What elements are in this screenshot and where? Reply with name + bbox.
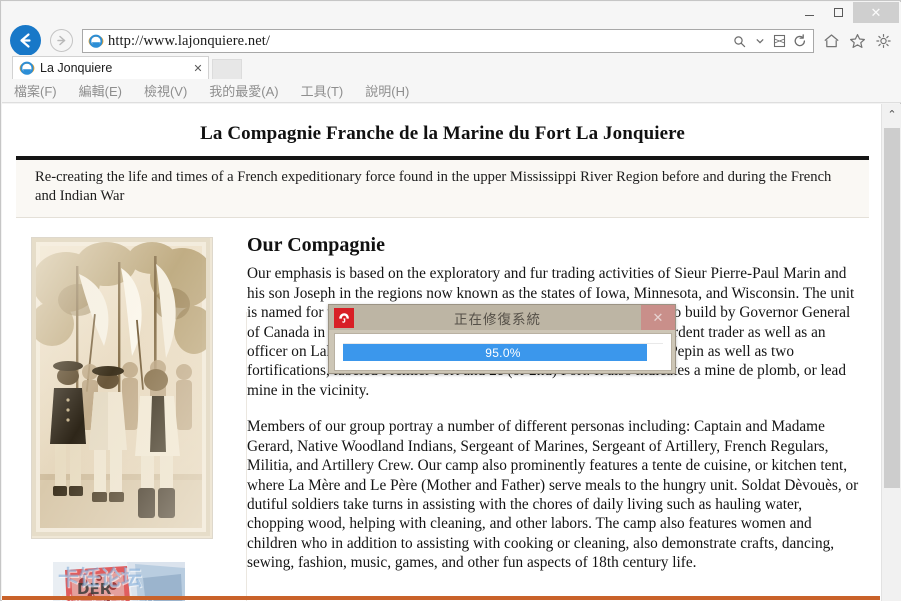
minimize-button[interactable] bbox=[795, 2, 824, 23]
favorites-star-icon[interactable] bbox=[846, 30, 868, 52]
scroll-up-arrow-icon[interactable]: ⌃ bbox=[882, 104, 901, 124]
dialog-close-button[interactable]: ✕ bbox=[641, 305, 675, 330]
menu-item-help[interactable]: 說明(H) bbox=[365, 81, 409, 100]
tab-strip: La Jonquiere ✕ bbox=[2, 55, 901, 79]
page-scrollbar-vertical[interactable]: ⌃ bbox=[881, 104, 901, 601]
site-tagline: Re-creating the life and times of a Fren… bbox=[35, 169, 832, 204]
forward-button[interactable] bbox=[50, 29, 73, 52]
window-titlebar: ✕ bbox=[2, 2, 901, 24]
sidebar-column: DER 卡饪论坛 bbs.kafan.cn 卡饪论坛 bbox=[16, 218, 232, 601]
menu-item-favorites[interactable]: 我的最愛(A) bbox=[209, 81, 278, 100]
address-bar[interactable]: http://www.lajonquiere.net/ bbox=[82, 29, 814, 53]
column-divider bbox=[246, 312, 247, 601]
reenactors-photo bbox=[31, 237, 213, 540]
home-icon[interactable] bbox=[820, 30, 842, 52]
menu-item-tools[interactable]: 工具(T) bbox=[301, 81, 344, 100]
settings-gear-icon[interactable] bbox=[872, 30, 894, 52]
tagline-band: Re-creating the life and times of a Fren… bbox=[16, 160, 869, 219]
menu-item-edit[interactable]: 編輯(E) bbox=[79, 81, 122, 100]
dialog-body: 95.0% bbox=[334, 333, 672, 371]
page-title: La Compagnie Franche de la Marine du For… bbox=[200, 123, 685, 144]
menu-item-file[interactable]: 檔案(F) bbox=[14, 81, 57, 100]
page-body: DER 卡饪论坛 bbs.kafan.cn 卡饪论坛 bbox=[16, 218, 869, 601]
system-repair-dialog[interactable]: 正在修復系統 ✕ 95.0% bbox=[328, 304, 676, 374]
address-bar-icons bbox=[731, 31, 813, 51]
compatibility-view-icon[interactable] bbox=[771, 31, 788, 51]
menu-bar: 檔案(F) 編輯(E) 檢視(V) 我的最愛(A) 工具(T) 說明(H) bbox=[2, 79, 901, 103]
page-bottom-accent-bar bbox=[2, 596, 880, 600]
dialog-title: 正在修復系統 bbox=[454, 311, 541, 327]
dialog-titlebar: 正在修復系統 ✕ bbox=[329, 305, 675, 330]
site-header: La Compagnie Franche de la Marine du For… bbox=[16, 104, 869, 145]
internet-explorer-icon bbox=[88, 33, 104, 49]
browser-window: ✕ http://www.lajonquiere.net/ La Jonquie… bbox=[0, 0, 901, 601]
paragraph-personas: Members of our group portray a number of… bbox=[247, 418, 859, 572]
window-controls: ✕ bbox=[795, 2, 899, 24]
window-frame: ✕ http://www.lajonquiere.net/ La Jonquie… bbox=[0, 0, 901, 601]
section-heading: Our Compagnie bbox=[247, 234, 385, 257]
close-window-button[interactable]: ✕ bbox=[853, 2, 899, 23]
progress-bar: 95.0% bbox=[343, 343, 663, 361]
address-url-text: http://www.lajonquiere.net/ bbox=[108, 32, 271, 49]
maximize-button[interactable] bbox=[824, 2, 853, 23]
tab-close-icon[interactable]: ✕ bbox=[188, 62, 208, 75]
navigation-bar: http://www.lajonquiere.net/ bbox=[2, 24, 901, 58]
svg-text:卡饪论坛: 卡饪论坛 bbox=[58, 566, 142, 590]
browser-tab[interactable]: La Jonquiere ✕ bbox=[12, 56, 209, 79]
search-icon[interactable] bbox=[731, 31, 748, 51]
menu-item-view[interactable]: 檢視(V) bbox=[144, 81, 187, 100]
scrollbar-thumb[interactable] bbox=[884, 128, 900, 488]
tab-title: La Jonquiere bbox=[40, 61, 113, 75]
main-column: Our Compagnie Our emphasis is based on t… bbox=[232, 218, 869, 589]
back-button[interactable] bbox=[10, 25, 41, 56]
new-tab-button[interactable] bbox=[212, 59, 242, 79]
avira-umbrella-logo-icon bbox=[334, 307, 354, 328]
browser-toolbar-icons bbox=[820, 30, 894, 52]
chevron-down-icon[interactable] bbox=[751, 31, 768, 51]
progress-bar-label: 95.0% bbox=[485, 345, 521, 360]
refresh-icon[interactable] bbox=[791, 31, 808, 51]
tab-favicon-internet-explorer-icon bbox=[19, 60, 35, 76]
forum-banner-photo: DER 卡饪论坛 bbs.kafan.cn 卡饪论坛 bbox=[31, 560, 211, 601]
